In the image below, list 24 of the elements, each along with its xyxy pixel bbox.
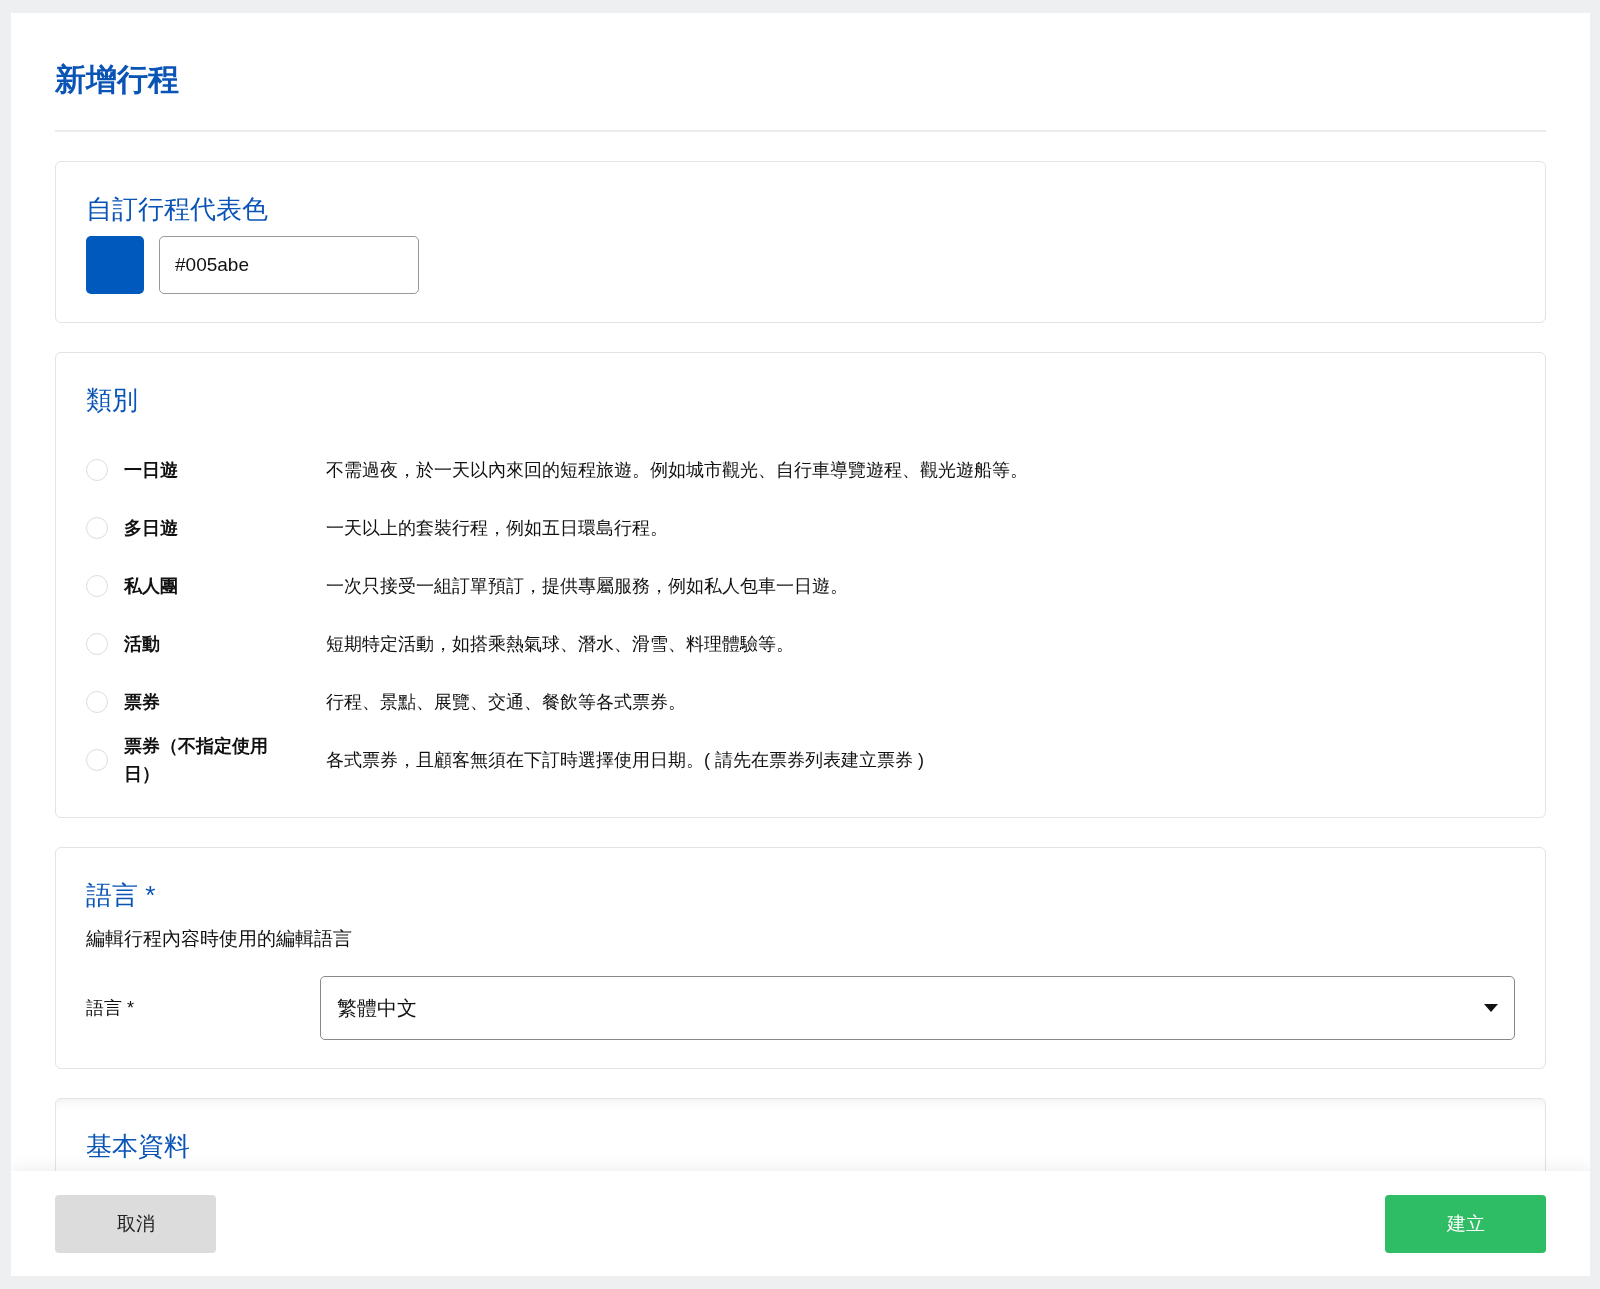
color-swatch[interactable] (86, 236, 144, 294)
option-description: 不需過夜，於一天以內來回的短程旅遊。例如城市觀光、自行車導覽遊程、觀光遊船等。 (326, 459, 1028, 482)
color-input-field[interactable]: #005abe (159, 236, 419, 294)
language-select[interactable]: 繁體中文 (320, 976, 1515, 1040)
section-description: 編輯行程內容時使用的編輯語言 (86, 927, 353, 951)
option-description: 行程、景點、展覽、交通、餐飲等各式票券。 (326, 691, 686, 714)
page-title: 新增行程 (55, 61, 180, 99)
option-label: 多日遊 (124, 517, 179, 540)
option-label: 票券（不指定使用日） (124, 735, 269, 786)
section-heading: 基本資料 (86, 1130, 191, 1163)
option-label: 活動 (124, 633, 161, 656)
section-heading: 類別 (86, 384, 139, 417)
cancel-button[interactable]: 取消 (55, 1194, 216, 1253)
field-label: 語言 * (86, 997, 135, 1020)
section-heading: 語言 * (86, 879, 157, 912)
option-description: 一次只接受一組訂單預訂，提供專屬服務，例如私人包車一日遊。 (326, 575, 848, 598)
option-description: 一天以上的套裝行程，例如五日環島行程。 (326, 517, 668, 540)
option-description: 短期特定活動，如搭乘熱氣球、潛水、滑雪、料理體驗等。 (326, 633, 794, 656)
option-description: 各式票券，且顧客無須在下訂時選擇使用日期。( 請先在票券列表建立票券 ) (326, 749, 924, 772)
caret-icon (1484, 1004, 1498, 1012)
option-label: 票券 (124, 691, 161, 714)
option-label: 私人團 (124, 575, 179, 598)
section-heading: 自訂行程代表色 (86, 193, 269, 226)
option-label: 一日遊 (124, 459, 179, 482)
